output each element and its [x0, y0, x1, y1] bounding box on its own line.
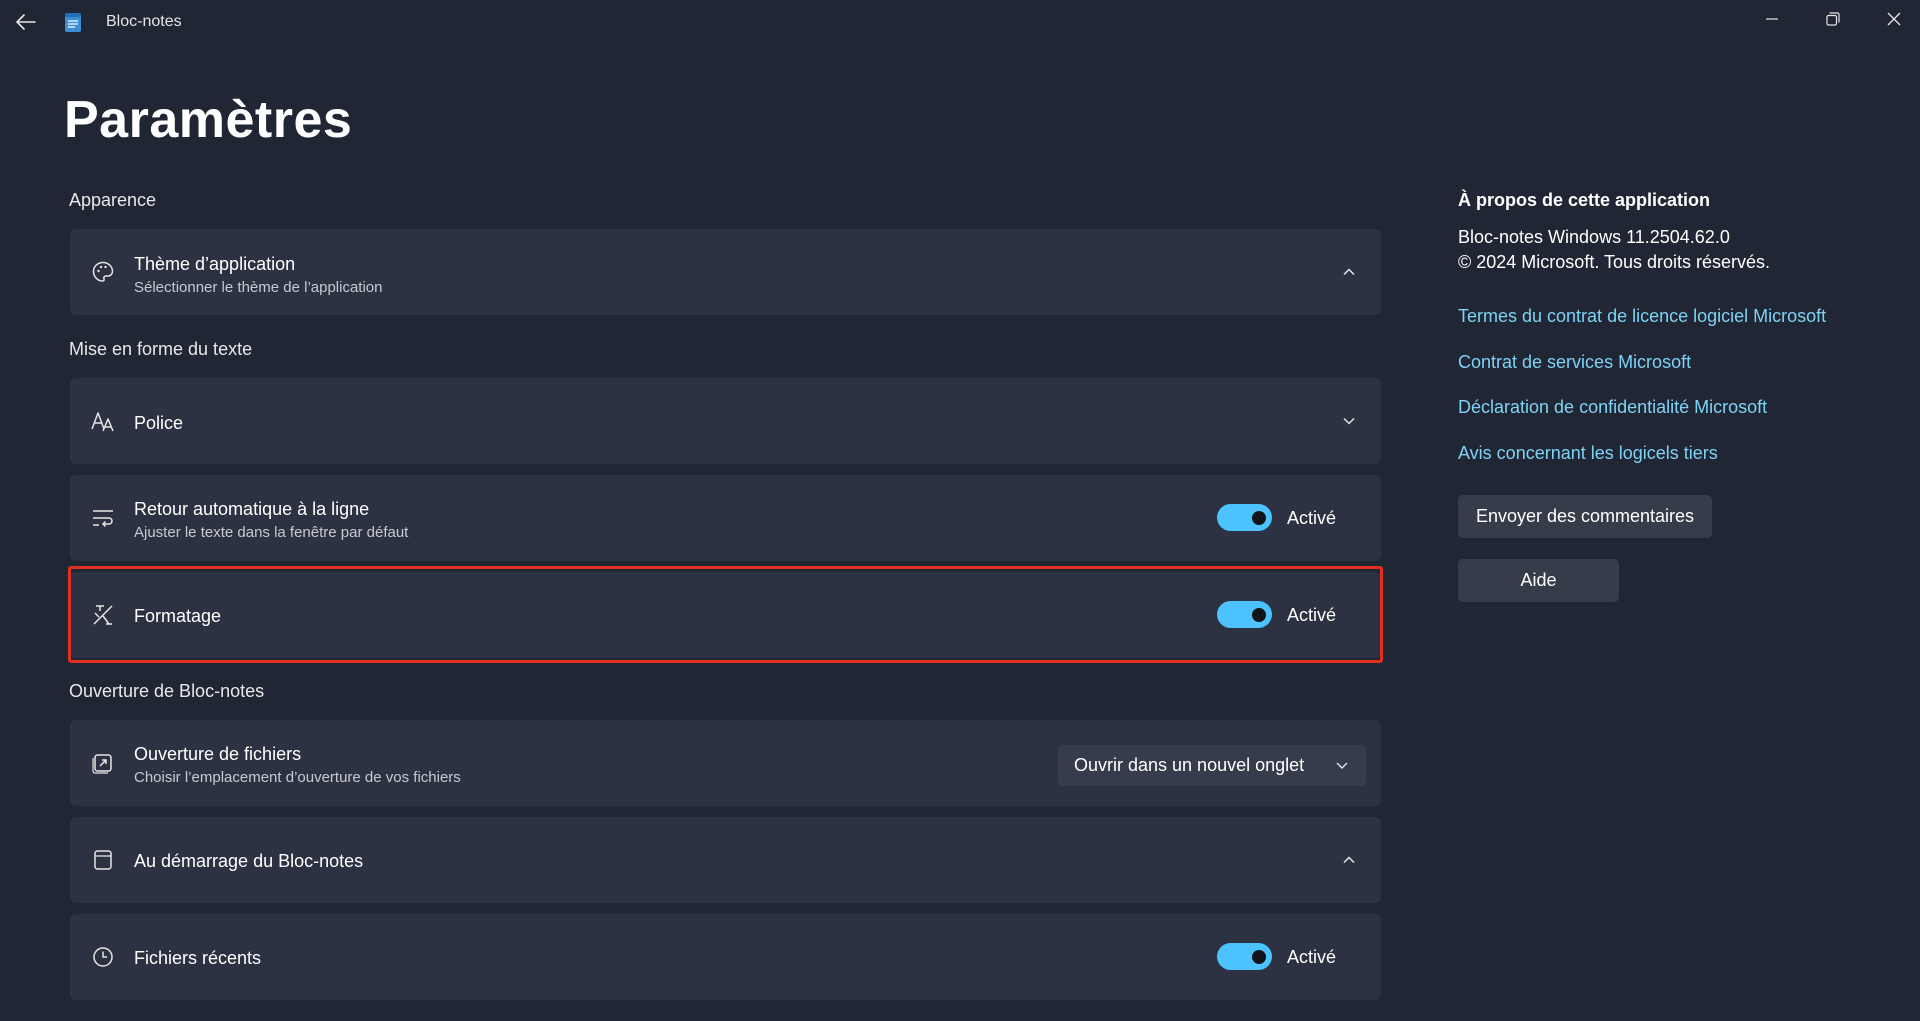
back-arrow-icon	[16, 14, 36, 30]
word-wrap-icon	[90, 505, 116, 531]
chevron-up-icon[interactable]	[1339, 262, 1359, 282]
recent-files-toggle-label: Activé	[1287, 947, 1337, 967]
open-file-icon	[90, 750, 116, 776]
palette-icon	[90, 259, 116, 285]
about-version: Bloc-notes Windows 11.2504.62.0	[1458, 227, 1730, 247]
app-title: Bloc-notes	[106, 13, 182, 30]
file-opening-setting-description: Choisir l’emplacement d’ouverture de vos…	[134, 769, 461, 786]
section-appearance-label: Apparence	[69, 190, 157, 210]
toggle-knob	[1252, 607, 1266, 622]
startup-icon	[90, 847, 116, 873]
privacy-statement-link[interactable]: Déclaration de confidentialité Microsoft	[1458, 397, 1767, 418]
about-title: À propos de cette application	[1458, 190, 1711, 210]
word-wrap-toggle-label: Activé	[1287, 508, 1337, 528]
section-opening-label: Ouverture de Bloc-notes	[69, 681, 265, 701]
about-copyright: © 2024 Microsoft. Tous droits réservés.	[1458, 252, 1771, 272]
font-setting-card[interactable]: Police	[70, 378, 1381, 464]
recent-files-setting-card: Fichiers récents Activé	[70, 914, 1381, 1000]
minimize-icon	[1766, 18, 1778, 20]
startup-setting-title: Au démarrage du Bloc-notes	[134, 851, 364, 871]
page-title: Paramètres	[64, 91, 353, 149]
chevron-down-icon	[1334, 757, 1350, 773]
font-icon	[90, 408, 116, 434]
font-setting-title: Police	[134, 413, 184, 433]
theme-setting-title: Thème d’application	[134, 254, 296, 274]
theme-setting-card[interactable]: Thème d’application Sélectionner le thèm…	[70, 229, 1381, 315]
toggle-knob	[1252, 949, 1266, 964]
close-button[interactable]	[1866, 0, 1920, 38]
services-agreement-link[interactable]: Contrat de services Microsoft	[1458, 352, 1691, 373]
formatting-icon	[90, 602, 116, 628]
help-button[interactable]: Aide	[1458, 559, 1619, 602]
startup-setting-card[interactable]: Au démarrage du Bloc-notes	[70, 817, 1381, 903]
restore-icon	[1826, 12, 1840, 26]
word-wrap-setting-title: Retour automatique à la ligne	[134, 499, 370, 519]
chevron-down-icon[interactable]	[1339, 411, 1359, 431]
minimize-button[interactable]	[1744, 0, 1800, 38]
back-button[interactable]	[12, 10, 40, 34]
license-terms-link[interactable]: Termes du contrat de licence logiciel Mi…	[1458, 306, 1826, 327]
notepad-icon	[64, 11, 82, 33]
close-icon	[1887, 12, 1901, 26]
file-opening-dropdown[interactable]: Ouvrir dans un nouvel onglet	[1058, 745, 1366, 786]
formatting-toggle-label: Activé	[1287, 605, 1337, 625]
chevron-up-icon[interactable]	[1339, 850, 1359, 870]
title-bar: Bloc-notes	[0, 0, 1920, 44]
recent-files-setting-title: Fichiers récents	[134, 948, 262, 968]
recent-files-toggle[interactable]	[1217, 943, 1272, 970]
formatting-setting-title: Formatage	[134, 606, 222, 626]
clock-icon	[90, 944, 116, 970]
word-wrap-setting-description: Ajuster le texte dans la fenêtre par déf…	[134, 524, 409, 541]
restore-button[interactable]	[1805, 0, 1861, 38]
word-wrap-toggle[interactable]	[1217, 504, 1272, 531]
formatting-setting-card: Formatage Activé	[70, 572, 1381, 658]
third-party-notices-link[interactable]: Avis concernant les logicels tiers	[1458, 443, 1718, 464]
section-text-formatting-label: Mise en forme du texte	[69, 339, 253, 359]
theme-setting-description: Sélectionner le thème de l’application	[134, 279, 383, 296]
word-wrap-setting-card: Retour automatique à la ligne Ajuster le…	[70, 475, 1381, 561]
file-opening-dropdown-value: Ouvrir dans un nouvel onglet	[1074, 755, 1305, 775]
toggle-knob	[1252, 510, 1266, 525]
file-opening-setting-title: Ouverture de fichiers	[134, 744, 302, 764]
formatting-toggle[interactable]	[1217, 601, 1272, 628]
send-feedback-button[interactable]: Envoyer des commentaires	[1458, 495, 1712, 538]
